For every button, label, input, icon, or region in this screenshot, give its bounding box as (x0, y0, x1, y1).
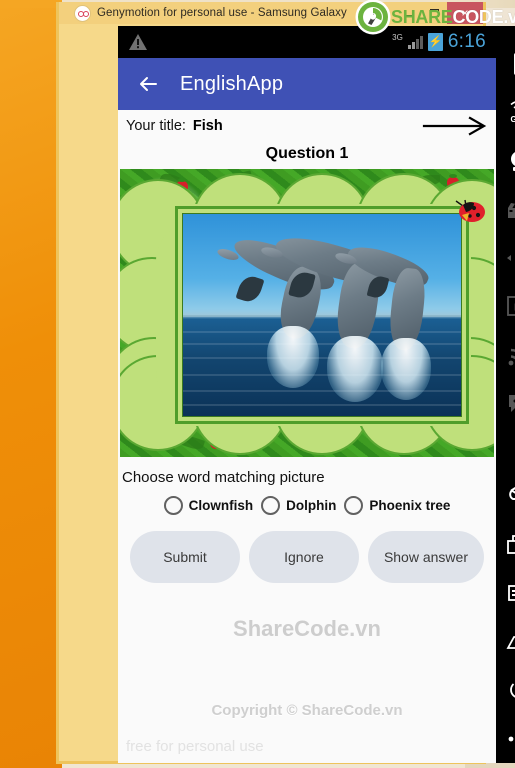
submit-button[interactable]: Submit (130, 531, 240, 583)
genymotion-icon (75, 5, 90, 21)
title-row: Your title: Fish (118, 110, 496, 142)
ignore-button[interactable]: Ignore (248, 531, 359, 583)
photo-matte (178, 209, 466, 421)
copyright-watermark: Copyright © ShareCode.vn (211, 702, 403, 719)
android-status-bar: 3G ⚡ 6:16 (118, 26, 496, 58)
ladybug-icon (452, 199, 486, 225)
radio-option-phoenix-tree[interactable]: Phoenix tree (344, 496, 450, 515)
gps-icon[interactable]: GPS (496, 88, 515, 136)
sms-icon[interactable] (496, 379, 515, 427)
show-answer-button[interactable]: Show answer (367, 531, 484, 583)
video-icon[interactable] (496, 185, 515, 233)
signal-bars-icon (407, 35, 423, 49)
question-label: Question 1 (265, 145, 349, 162)
app-title: EnglishApp (180, 72, 284, 95)
app-bar: EnglishApp (118, 58, 496, 110)
identifiers-icon[interactable]: ID (496, 282, 515, 330)
battery-bolt-glyph: ⚡ (428, 35, 443, 48)
desktop-background-left (0, 0, 62, 768)
home-icon[interactable] (496, 618, 515, 666)
camera-icon[interactable] (496, 137, 515, 185)
question-prompt: Choose word matching picture (122, 469, 325, 486)
power-icon[interactable] (496, 666, 515, 714)
gps-label: GPS (510, 115, 515, 125)
menu-icon[interactable] (496, 569, 515, 617)
more-icon[interactable] (496, 714, 515, 762)
radio-label: Clownfish (188, 498, 254, 513)
status-clock: 6:16 (447, 31, 486, 52)
window-title: Genymotion for personal use - Samsung Ga… (97, 7, 347, 19)
minimize-button[interactable] (395, 2, 421, 24)
genymotion-window: Genymotion for personal use - Samsung Ga… (56, 2, 515, 764)
action-buttons: Submit Ignore Show answer (118, 515, 496, 583)
radio-circle-icon[interactable] (344, 496, 364, 515)
close-button[interactable]: × (447, 2, 483, 24)
window-controls: × (395, 2, 483, 24)
window-titlebar[interactable]: Genymotion for personal use - Samsung Ga… (59, 2, 483, 24)
radio-option-dolphin[interactable]: Dolphin (261, 496, 336, 515)
radio-label: Dolphin (286, 498, 337, 513)
picture-frame[interactable] (120, 169, 494, 457)
next-arrow-icon[interactable] (422, 114, 488, 138)
dolphins-photo (182, 213, 462, 417)
status-icons: 3G ⚡ 6:16 (392, 31, 486, 53)
network-type-label: 3G (392, 32, 403, 42)
recents-icon[interactable] (496, 521, 515, 569)
answer-options: Clownfish Dolphin Phoenix tree (118, 492, 496, 515)
free-use-watermark: free for personal use (126, 738, 264, 755)
dpad-icon[interactable] (496, 234, 515, 282)
maximize-button[interactable] (421, 2, 447, 24)
android-screen: 3G ⚡ 6:16 EnglishApp Your title: Fish Qu… (118, 26, 496, 763)
title-field-label: Your title: (126, 118, 186, 134)
radio-circle-icon[interactable] (163, 496, 183, 515)
genymotion-toolbar: GPS (496, 26, 515, 763)
radio-option-clownfish[interactable]: Clownfish (163, 496, 254, 515)
warning-triangle-icon (128, 33, 148, 51)
title-field-value: Fish (192, 118, 223, 134)
battery-icon[interactable] (496, 40, 515, 88)
battery-charging-icon: ⚡ (427, 33, 443, 51)
back-arrow-icon[interactable] (136, 72, 160, 96)
radio-circle-icon[interactable] (261, 496, 281, 515)
sharecode-overlay-watermark: ShareCode.vn (233, 616, 381, 641)
back-icon[interactable] (496, 472, 515, 520)
android-device: 3G ⚡ 6:16 EnglishApp Your title: Fish Qu… (118, 26, 515, 763)
radio-label: Phoenix tree (369, 498, 451, 513)
network-icon[interactable] (496, 331, 515, 379)
